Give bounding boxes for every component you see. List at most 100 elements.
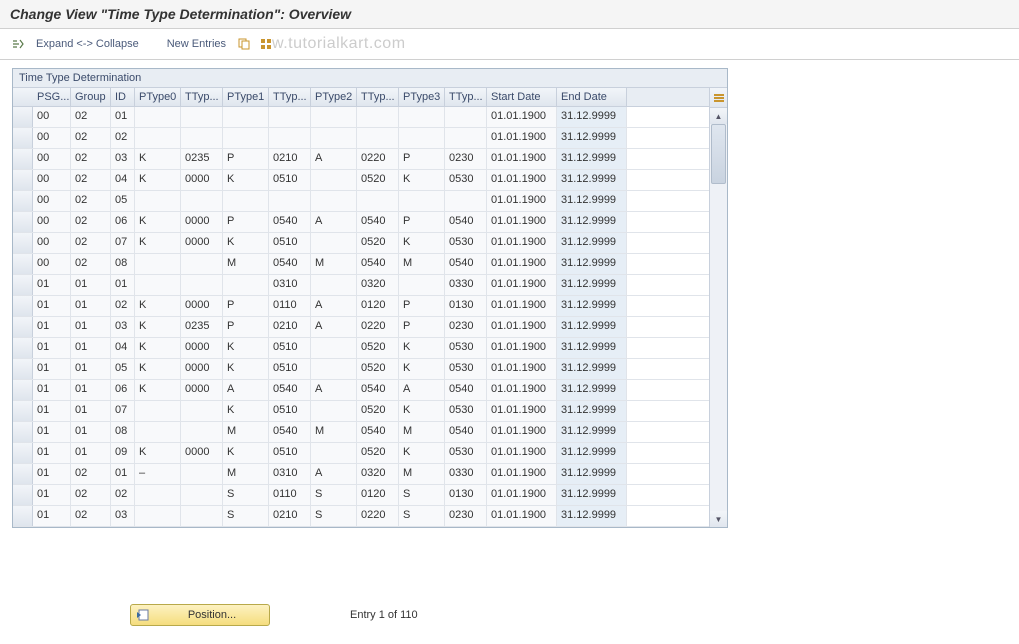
cell-tt1[interactable]: 0510 bbox=[269, 443, 311, 463]
cell-sd[interactable]: 01.01.1900 bbox=[487, 506, 557, 526]
row-selector[interactable] bbox=[13, 107, 33, 127]
cell-tt2[interactable]: 0520 bbox=[357, 338, 399, 358]
cell-ed[interactable]: 31.12.9999 bbox=[557, 296, 627, 316]
cell-tt0[interactable] bbox=[181, 422, 223, 442]
cell-tt3[interactable]: 0330 bbox=[445, 275, 487, 295]
cell-id[interactable]: 06 bbox=[111, 380, 135, 400]
cell-tt0[interactable] bbox=[181, 275, 223, 295]
scroll-up-icon[interactable]: ▲ bbox=[710, 108, 727, 124]
cell-pt2[interactable] bbox=[311, 338, 357, 358]
cell-tt0[interactable]: 0235 bbox=[181, 149, 223, 169]
cell-pt0[interactable]: K bbox=[135, 317, 181, 337]
cell-pt3[interactable]: P bbox=[399, 149, 445, 169]
cell-id[interactable]: 04 bbox=[111, 170, 135, 190]
cell-tt0[interactable] bbox=[181, 128, 223, 148]
cell-ed[interactable]: 31.12.9999 bbox=[557, 275, 627, 295]
col-ptype3[interactable]: PType3 bbox=[399, 88, 445, 106]
cell-sd[interactable]: 01.01.1900 bbox=[487, 338, 557, 358]
col-ttype0[interactable]: TTyp... bbox=[181, 88, 223, 106]
cell-pt0[interactable] bbox=[135, 128, 181, 148]
cell-pt3[interactable]: K bbox=[399, 338, 445, 358]
cell-ed[interactable]: 31.12.9999 bbox=[557, 317, 627, 337]
position-button[interactable]: Position... bbox=[130, 604, 270, 626]
cell-psg[interactable]: 01 bbox=[33, 359, 71, 379]
cell-id[interactable]: 01 bbox=[111, 275, 135, 295]
cell-sd[interactable]: 01.01.1900 bbox=[487, 170, 557, 190]
cell-sd[interactable]: 01.01.1900 bbox=[487, 485, 557, 505]
row-selector[interactable] bbox=[13, 149, 33, 169]
cell-tt1[interactable]: 0510 bbox=[269, 338, 311, 358]
cell-tt2[interactable]: 0520 bbox=[357, 401, 399, 421]
cell-pt0[interactable] bbox=[135, 254, 181, 274]
cell-sd[interactable]: 01.01.1900 bbox=[487, 443, 557, 463]
cell-pt1[interactable]: K bbox=[223, 359, 269, 379]
cell-tt0[interactable]: 0000 bbox=[181, 233, 223, 253]
cell-tt0[interactable] bbox=[181, 191, 223, 211]
cell-psg[interactable]: 01 bbox=[33, 401, 71, 421]
cell-sd[interactable]: 01.01.1900 bbox=[487, 191, 557, 211]
cell-ed[interactable]: 31.12.9999 bbox=[557, 107, 627, 127]
cell-pt2[interactable]: S bbox=[311, 485, 357, 505]
cell-pt1[interactable] bbox=[223, 107, 269, 127]
cell-psg[interactable]: 00 bbox=[33, 254, 71, 274]
cell-pt2[interactable] bbox=[311, 233, 357, 253]
cell-ed[interactable]: 31.12.9999 bbox=[557, 149, 627, 169]
cell-ed[interactable]: 31.12.9999 bbox=[557, 191, 627, 211]
cell-tt0[interactable] bbox=[181, 254, 223, 274]
cell-tt0[interactable]: 0000 bbox=[181, 338, 223, 358]
cell-pt3[interactable]: K bbox=[399, 359, 445, 379]
col-ttype1[interactable]: TTyp... bbox=[269, 88, 311, 106]
cell-pt1[interactable]: P bbox=[223, 149, 269, 169]
cell-tt1[interactable]: 0510 bbox=[269, 401, 311, 421]
col-ptype0[interactable]: PType0 bbox=[135, 88, 181, 106]
cell-tt3[interactable] bbox=[445, 128, 487, 148]
cell-ed[interactable]: 31.12.9999 bbox=[557, 170, 627, 190]
row-selector[interactable] bbox=[13, 401, 33, 421]
cell-tt1[interactable]: 0110 bbox=[269, 296, 311, 316]
cell-ed[interactable]: 31.12.9999 bbox=[557, 506, 627, 526]
cell-pt3[interactable]: K bbox=[399, 170, 445, 190]
cell-tt1[interactable]: 0510 bbox=[269, 170, 311, 190]
cell-tt2[interactable]: 0520 bbox=[357, 359, 399, 379]
cell-psg[interactable]: 01 bbox=[33, 296, 71, 316]
cell-id[interactable]: 04 bbox=[111, 338, 135, 358]
cell-tt1[interactable]: 0540 bbox=[269, 212, 311, 232]
cell-tt0[interactable] bbox=[181, 107, 223, 127]
row-selector[interactable] bbox=[13, 422, 33, 442]
cell-sd[interactable]: 01.01.1900 bbox=[487, 128, 557, 148]
cell-tt1[interactable]: 0540 bbox=[269, 380, 311, 400]
cell-pt2[interactable]: A bbox=[311, 296, 357, 316]
cell-pt1[interactable]: M bbox=[223, 254, 269, 274]
cell-pt0[interactable]: – bbox=[135, 464, 181, 484]
col-ttype2[interactable]: TTyp... bbox=[357, 88, 399, 106]
cell-pt1[interactable]: M bbox=[223, 422, 269, 442]
col-ptype2[interactable]: PType2 bbox=[311, 88, 357, 106]
scroll-track[interactable] bbox=[710, 124, 727, 511]
cell-tt3[interactable]: 0130 bbox=[445, 485, 487, 505]
cell-tt3[interactable]: 0530 bbox=[445, 233, 487, 253]
cell-pt2[interactable] bbox=[311, 128, 357, 148]
cell-psg[interactable]: 01 bbox=[33, 380, 71, 400]
cell-pt1[interactable]: M bbox=[223, 464, 269, 484]
cell-tt2[interactable]: 0540 bbox=[357, 212, 399, 232]
row-selector[interactable] bbox=[13, 485, 33, 505]
cell-pt1[interactable]: K bbox=[223, 338, 269, 358]
cell-pt3[interactable]: S bbox=[399, 506, 445, 526]
cell-tt3[interactable]: 0230 bbox=[445, 506, 487, 526]
row-selector[interactable] bbox=[13, 506, 33, 526]
cell-pt0[interactable]: K bbox=[135, 296, 181, 316]
cell-tt1[interactable]: 0310 bbox=[269, 464, 311, 484]
cell-ed[interactable]: 31.12.9999 bbox=[557, 380, 627, 400]
cell-tt0[interactable]: 0000 bbox=[181, 443, 223, 463]
cell-id[interactable]: 08 bbox=[111, 254, 135, 274]
cell-group[interactable]: 02 bbox=[71, 464, 111, 484]
cell-sd[interactable]: 01.01.1900 bbox=[487, 212, 557, 232]
cell-pt3[interactable]: P bbox=[399, 317, 445, 337]
cell-id[interactable]: 02 bbox=[111, 485, 135, 505]
cell-tt2[interactable]: 0540 bbox=[357, 422, 399, 442]
cell-tt2[interactable] bbox=[357, 191, 399, 211]
cell-group[interactable]: 02 bbox=[71, 506, 111, 526]
col-enddate[interactable]: End Date bbox=[557, 88, 627, 106]
cell-id[interactable]: 07 bbox=[111, 401, 135, 421]
cell-pt2[interactable]: M bbox=[311, 254, 357, 274]
